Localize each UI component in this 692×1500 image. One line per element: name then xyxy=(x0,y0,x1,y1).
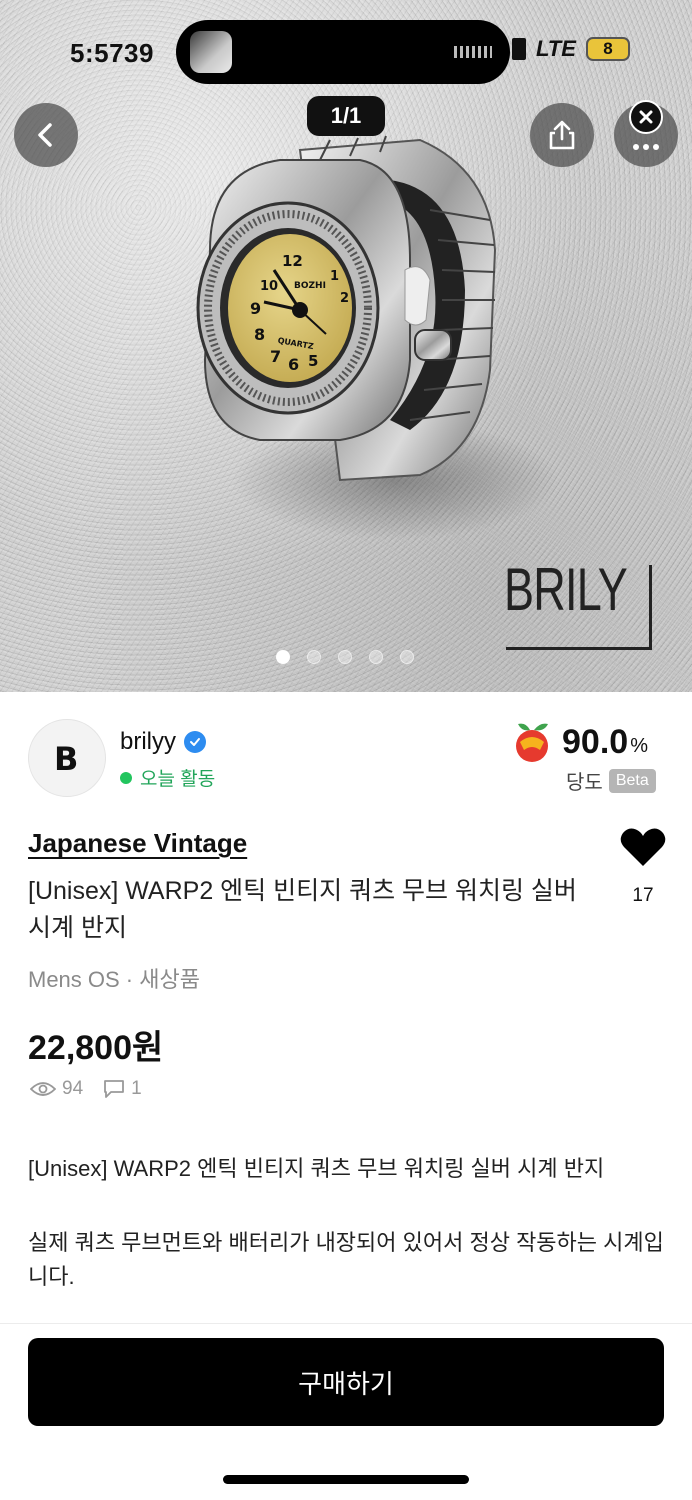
product-price: 22,800원 xyxy=(28,1029,164,1067)
close-icon xyxy=(639,110,653,124)
carousel-dots[interactable] xyxy=(276,650,414,664)
svg-text:7: 7 xyxy=(270,347,281,366)
product-meta: Mens OS · 새상품 xyxy=(28,967,200,992)
svg-text:1: 1 xyxy=(330,269,339,284)
watch-ring-image: 12 1 2 10 9 8 7 6 5 BOZHI QUARTZ xyxy=(196,135,497,482)
chat-count: 1 xyxy=(131,1078,142,1099)
bottom-divider xyxy=(0,1323,692,1324)
product-category-link[interactable]: Japanese Vintage xyxy=(28,828,247,859)
network-label: LTE xyxy=(536,36,576,61)
like-button[interactable] xyxy=(620,826,666,868)
share-icon xyxy=(549,120,575,150)
seller-name[interactable]: brilyy xyxy=(120,728,176,756)
seller-activity: 오늘 활동 xyxy=(120,764,215,791)
signal-icon xyxy=(512,38,526,60)
back-icon xyxy=(38,123,52,147)
rating-caption: 당도 Beta xyxy=(566,766,656,795)
svg-text:5: 5 xyxy=(308,352,318,370)
chat-icon xyxy=(104,1080,125,1098)
product-title: [Unisex] WARP2 엔틱 빈티지 쿼츠 무브 워치링 실버 시계 반지 xyxy=(28,877,577,942)
seller-name-row[interactable]: brilyy xyxy=(120,728,207,756)
svg-text:9: 9 xyxy=(250,299,261,318)
product-description: 실제 쿼츠 무브먼트와 배터리가 내장되어 있어서 정상 작동하는 시계입니다. xyxy=(28,1230,664,1289)
svg-text:10: 10 xyxy=(260,279,278,294)
eye-icon xyxy=(30,1082,56,1096)
watermark-line xyxy=(506,647,652,650)
product-description: [Unisex] WARP2 엔틱 빈티지 쿼츠 무브 워치링 실버 시계 반지 xyxy=(28,1156,605,1181)
home-indicator[interactable] xyxy=(223,1475,469,1484)
status-indicators: LTE 8 xyxy=(512,36,630,62)
battery-icon: 8 xyxy=(585,37,630,61)
svg-text:6: 6 xyxy=(288,355,299,374)
seller-rating[interactable]: 90.0 % xyxy=(510,720,648,764)
share-button[interactable] xyxy=(530,103,594,167)
seller-avatar[interactable]: B xyxy=(28,719,106,797)
view-count: 94 xyxy=(62,1078,84,1099)
image-page-indicator: 1/1 xyxy=(307,96,385,136)
carousel-dot[interactable] xyxy=(307,650,321,664)
status-time: 5:5739 xyxy=(70,38,154,68)
carousel-dot[interactable] xyxy=(338,650,352,664)
back-button[interactable] xyxy=(14,103,78,167)
brand-watermark: BRILY xyxy=(500,555,652,650)
fruit-icon xyxy=(516,723,548,762)
beta-badge: Beta xyxy=(608,768,656,793)
online-status-icon xyxy=(120,771,132,784)
buy-button[interactable]: 구매하기 xyxy=(28,1338,664,1426)
carousel-dot[interactable] xyxy=(369,650,383,664)
close-button[interactable] xyxy=(629,100,663,134)
more-icon xyxy=(633,144,659,150)
svg-text:8: 8 xyxy=(254,325,265,344)
watermark-text: BRILY xyxy=(504,556,628,623)
now-playing-artwork xyxy=(190,31,232,73)
rating-value: 90.0 xyxy=(562,722,629,761)
rating-unit: % xyxy=(630,734,648,757)
svg-text:12: 12 xyxy=(282,252,303,270)
rating-label: 당도 xyxy=(566,772,603,794)
like-count: 17 xyxy=(632,885,654,906)
svg-text:B: B xyxy=(54,740,78,776)
seller-logo: B xyxy=(54,740,78,776)
seller-activity-label: 오늘 활동 xyxy=(140,769,216,790)
product-stats: 94 1 xyxy=(30,1078,142,1100)
verified-icon xyxy=(184,731,207,753)
watermark-line xyxy=(649,565,652,649)
dynamic-island xyxy=(176,20,510,84)
battery-level: 8 xyxy=(603,39,613,58)
carousel-dot[interactable] xyxy=(400,650,414,664)
product-image[interactable]: 12 1 2 10 9 8 7 6 5 BOZHI QUARTZ 5:5739 … xyxy=(0,0,692,692)
svg-text:2: 2 xyxy=(340,291,349,306)
audio-wave-icon xyxy=(454,46,492,58)
svg-text:BOZHI: BOZHI xyxy=(294,281,326,291)
heart-icon xyxy=(620,828,666,866)
carousel-dot[interactable] xyxy=(276,650,290,664)
